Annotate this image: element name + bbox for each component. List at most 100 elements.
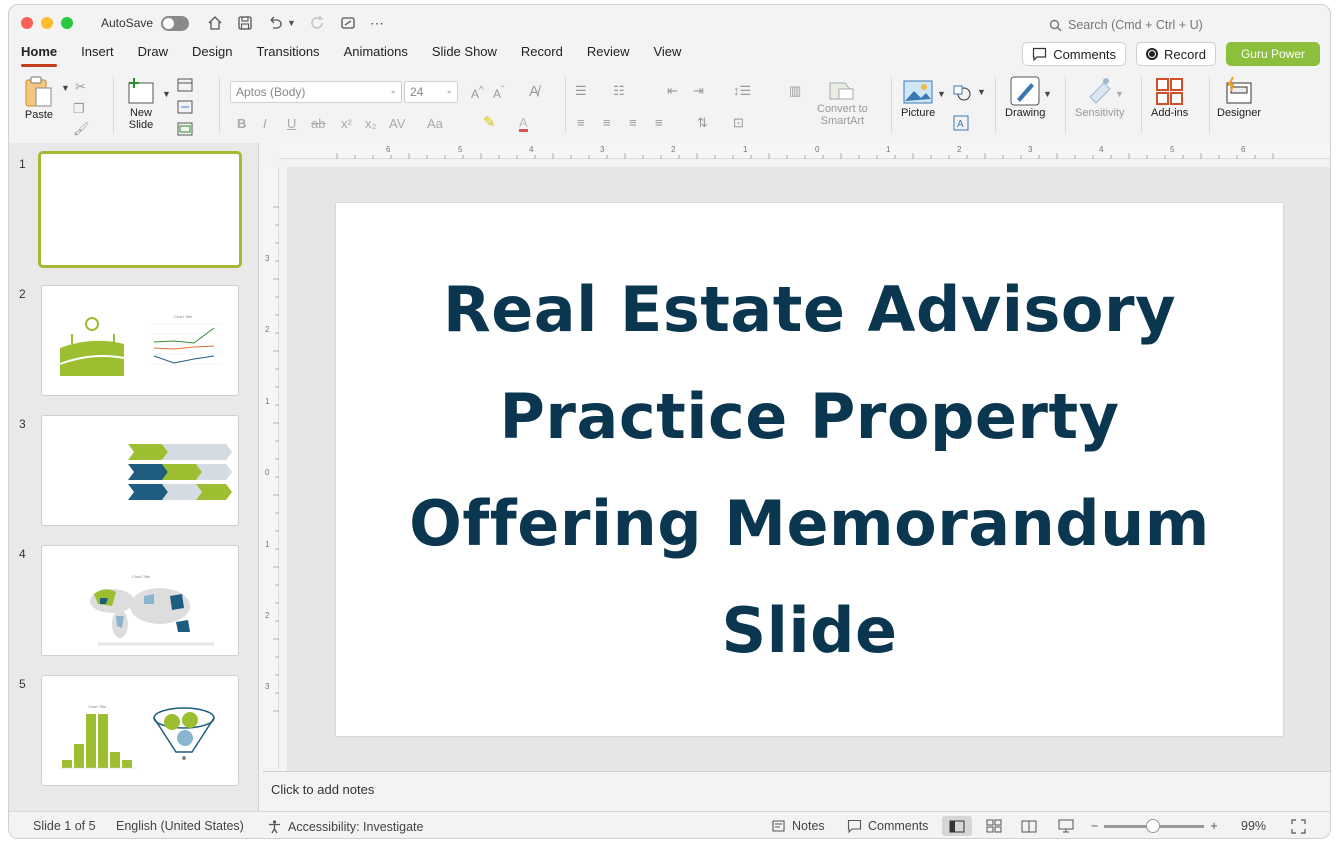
decrease-indent-icon[interactable]: ⇤ — [667, 83, 678, 99]
align-center-icon[interactable]: ≡ — [603, 115, 611, 130]
minimize-button[interactable] — [41, 17, 53, 29]
zoom-out-icon[interactable]: − — [1091, 819, 1098, 833]
picture-label: Picture — [901, 107, 936, 119]
chevron-down-icon[interactable]: ▼ — [287, 18, 296, 28]
justify-icon[interactable]: ≡ — [655, 115, 663, 130]
paste-button[interactable]: Paste — [23, 75, 55, 121]
strikethrough-icon[interactable]: ab — [311, 116, 325, 131]
increase-font-icon[interactable]: A^ — [471, 85, 484, 101]
copy-icon[interactable]: ❐ — [73, 101, 85, 117]
notes-toggle-button[interactable]: Notes — [771, 819, 825, 833]
align-text-icon[interactable]: ⊡ — [733, 115, 744, 131]
add-ins-button[interactable]: Add-ins — [1151, 75, 1188, 119]
tab-draw[interactable]: Draw — [126, 41, 180, 69]
chevron-down-icon[interactable]: ▼ — [162, 89, 171, 99]
chevron-down-icon[interactable]: ▼ — [937, 89, 946, 99]
tab-transitions[interactable]: Transitions — [244, 41, 331, 69]
drawing-button[interactable]: Drawing — [1005, 75, 1045, 119]
convert-smartart-button[interactable]: Convert to SmartArt — [817, 79, 868, 127]
fit-to-window-button[interactable] — [1291, 819, 1306, 834]
notes-pane[interactable]: Click to add notes — [263, 771, 1330, 811]
tab-slide-show[interactable]: Slide Show — [420, 41, 509, 69]
align-left-icon[interactable]: ≡ — [577, 115, 585, 130]
slide-thumbnail-2[interactable]: Chart Title — [41, 285, 239, 396]
comments-button[interactable]: Comments — [1022, 42, 1127, 66]
tab-design[interactable]: Design — [180, 41, 244, 69]
zoom-level[interactable]: 99% — [1241, 819, 1266, 833]
zoom-track[interactable] — [1104, 818, 1205, 833]
character-spacing-icon[interactable]: AV — [389, 116, 405, 131]
tab-view[interactable]: View — [641, 41, 693, 69]
font-color-icon[interactable]: A — [519, 116, 528, 132]
bold-icon[interactable]: B — [237, 116, 246, 131]
thumbnail-number: 1 — [19, 157, 26, 171]
change-case-icon[interactable]: Aa — [427, 116, 443, 131]
format-painter-icon[interactable]: 🖌 — [73, 121, 90, 137]
search-box[interactable]: Search (Cmd + Ctrl + U) — [1049, 18, 1203, 32]
slide-thumbnail-4[interactable]: Chart Title — [41, 545, 239, 656]
zoom-button[interactable] — [61, 17, 73, 29]
line-spacing-icon[interactable]: ↕☰ — [733, 83, 751, 99]
new-slide-button[interactable]: New Slide — [125, 75, 157, 131]
text-direction-icon[interactable]: ⇅ — [697, 115, 708, 131]
chevron-down-icon[interactable]: ▼ — [61, 83, 70, 93]
text-box-icon[interactable]: A — [953, 115, 969, 131]
tab-animations[interactable]: Animations — [332, 41, 420, 69]
reading-view-button[interactable] — [1021, 819, 1037, 833]
slide-thumbnail-1[interactable] — [38, 151, 242, 268]
undo-icon[interactable] — [267, 15, 283, 31]
save-icon[interactable] — [237, 15, 253, 31]
chevron-down-icon[interactable]: ▼ — [1043, 89, 1052, 99]
slide-sorter-button[interactable] — [986, 819, 1002, 833]
record-button[interactable]: Record — [1136, 42, 1216, 66]
cut-icon[interactable]: ✂ — [75, 79, 86, 95]
section-icon[interactable] — [177, 122, 193, 136]
language-indicator[interactable]: English (United States) — [116, 819, 244, 833]
slide-thumbnail-3[interactable] — [41, 415, 239, 526]
columns-icon[interactable]: ▥ — [789, 83, 801, 99]
zoom-slider[interactable]: − + — [1091, 818, 1218, 833]
guru-power-button[interactable]: Guru Power — [1225, 42, 1320, 66]
superscript-icon[interactable]: x² — [341, 116, 352, 131]
comments-toggle-button[interactable]: Comments — [847, 819, 928, 833]
italic-icon[interactable]: I — [263, 116, 267, 131]
picture-button[interactable]: Picture — [901, 75, 935, 119]
clear-formatting-icon[interactable]: A̸ — [529, 83, 539, 100]
font-size-select[interactable]: 24 ⌄ — [404, 81, 458, 103]
home-icon[interactable] — [207, 15, 223, 31]
slide-counter: Slide 1 of 5 — [33, 819, 96, 833]
subscript-icon[interactable]: x₂ — [365, 116, 377, 131]
reset-icon[interactable] — [177, 100, 193, 114]
slide-thumbnail-5[interactable]: Chart Title — [41, 675, 239, 786]
font-name-select[interactable]: Aptos (Body) ⌄ — [230, 81, 402, 103]
zoom-in-icon[interactable]: + — [1210, 819, 1217, 833]
shapes-icon[interactable] — [953, 85, 971, 101]
slide-show-button[interactable] — [1058, 819, 1074, 833]
slide-editor[interactable]: Real Estate Advisory Practice Property O… — [336, 203, 1283, 736]
layout-icon[interactable] — [177, 78, 193, 92]
redo-icon[interactable] — [310, 15, 326, 31]
chevron-down-icon[interactable]: ▼ — [977, 87, 986, 97]
numbering-icon[interactable]: ☷ — [613, 83, 625, 99]
more-icon[interactable]: ⋯ — [370, 15, 385, 32]
highlight-icon[interactable]: ✎ — [483, 113, 496, 131]
close-button[interactable] — [21, 17, 33, 29]
normal-view-button[interactable] — [942, 816, 972, 836]
designer-button[interactable]: Designer — [1217, 75, 1261, 119]
tab-home[interactable]: Home — [9, 41, 69, 69]
tab-record[interactable]: Record — [509, 41, 575, 69]
autosave-toggle[interactable] — [161, 15, 190, 31]
decrease-font-icon[interactable]: Aˇ — [493, 85, 504, 101]
slide-title-textbox[interactable]: Real Estate Advisory Practice Property O… — [370, 256, 1250, 684]
increase-indent-icon[interactable]: ⇥ — [693, 83, 704, 99]
customize-icon[interactable] — [340, 15, 356, 31]
paste-icon — [25, 76, 52, 107]
tab-review[interactable]: Review — [575, 41, 642, 69]
underline-icon[interactable]: U — [287, 116, 296, 131]
chevron-down-icon[interactable]: ▼ — [1115, 89, 1124, 99]
bullets-icon[interactable]: ☰ — [575, 83, 587, 99]
accessibility-button[interactable]: Accessibility: Investigate — [267, 819, 423, 834]
tab-insert[interactable]: Insert — [69, 41, 126, 69]
zoom-knob[interactable] — [1146, 818, 1161, 833]
align-right-icon[interactable]: ≡ — [629, 115, 637, 130]
